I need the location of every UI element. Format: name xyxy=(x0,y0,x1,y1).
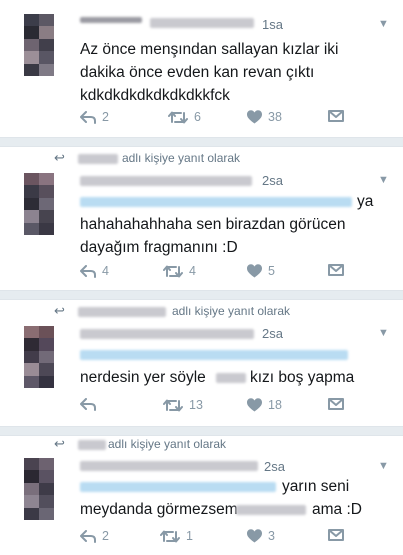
avatar[interactable] xyxy=(24,458,54,520)
redacted-username[interactable] xyxy=(80,461,258,471)
envelope-icon xyxy=(328,398,344,410)
tweet-actions: 2 6 38 xyxy=(0,110,403,130)
redacted-username[interactable] xyxy=(80,176,252,186)
tweet-1[interactable]: 1sa ▼ Az önce menşından sallayan kızlar … xyxy=(0,0,403,137)
tweet-actions: 2 1 3 xyxy=(0,529,403,549)
tweet-text-b: ama :D xyxy=(312,501,362,518)
dm-button[interactable] xyxy=(328,398,344,410)
reply-context[interactable]: adlı kişiye yanıt olarak xyxy=(172,304,290,318)
redacted-mentions xyxy=(80,350,348,360)
tweet-actions: 13 18 xyxy=(0,398,403,418)
reply-button[interactable]: 2 xyxy=(80,529,109,543)
like-count: 38 xyxy=(268,110,282,124)
tweet-timestamp[interactable]: 1sa xyxy=(262,17,283,32)
tweet-text-line: kdkdkdkdkdkdkdkkfck xyxy=(80,87,230,104)
avatar[interactable] xyxy=(24,326,54,388)
reply-context[interactable]: adlı kişiye yanıt olarak xyxy=(122,151,240,165)
retweet-button[interactable]: 4 xyxy=(163,264,196,278)
avatar[interactable] xyxy=(24,173,54,235)
redacted-mentions xyxy=(80,197,352,207)
reply-arrow-icon: ↩ xyxy=(54,303,65,318)
tweet-text-a: nerdesin yer söyle xyxy=(80,369,206,386)
retweet-button[interactable]: 13 xyxy=(163,398,203,412)
chevron-down-icon[interactable]: ▼ xyxy=(378,174,389,186)
retweet-count: 1 xyxy=(186,529,193,543)
retweet-icon xyxy=(160,530,180,543)
tweet-text-a: meydanda görmezsem xyxy=(80,501,238,518)
like-button[interactable]: 18 xyxy=(247,398,282,412)
like-count: 5 xyxy=(268,264,275,278)
like-count: 3 xyxy=(268,529,275,543)
envelope-icon xyxy=(328,264,344,276)
dm-button[interactable] xyxy=(328,529,344,541)
tweet-text-b: kızı boş yapma xyxy=(250,369,355,386)
chevron-down-icon[interactable]: ▼ xyxy=(378,460,389,472)
tweet-text-line: yarın seni xyxy=(282,478,350,495)
retweet-icon xyxy=(168,111,188,124)
tweet-text-line: hahahahahhaha sen birazdan görücen xyxy=(80,216,346,233)
redacted-mention xyxy=(78,440,106,450)
reply-button[interactable] xyxy=(80,398,102,411)
dm-button[interactable] xyxy=(328,264,344,276)
envelope-icon xyxy=(328,529,344,541)
chevron-down-icon[interactable]: ▼ xyxy=(378,327,389,339)
tweet-4[interactable]: ↩ adlı kişiye yanıt olarak 2sa ▼ yarın s… xyxy=(0,436,403,555)
tweet-3[interactable]: ↩ adlı kişiye yanıt olarak 2sa ▼ nerdesi… xyxy=(0,300,403,426)
reply-count: 4 xyxy=(102,264,109,278)
redacted-mention xyxy=(78,307,166,317)
reply-count: 2 xyxy=(102,110,109,124)
redacted-handle xyxy=(150,18,254,28)
reply-icon xyxy=(80,264,96,278)
reply-arrow-icon: ↩ xyxy=(54,436,65,451)
tweet-text-line: Az önce menşından sallayan kızlar iki xyxy=(80,41,339,58)
retweet-button[interactable]: 6 xyxy=(168,110,201,124)
tweet-timestamp[interactable]: 2sa xyxy=(262,173,283,188)
heart-icon xyxy=(247,110,262,124)
tweet-separator xyxy=(0,137,403,147)
avatar[interactable] xyxy=(24,14,54,76)
retweet-icon xyxy=(163,265,183,278)
chevron-down-icon[interactable]: ▼ xyxy=(378,18,389,30)
tweet-actions: 4 4 5 xyxy=(0,264,403,284)
heart-icon xyxy=(247,529,262,543)
reply-context[interactable]: adlı kişiye yanıt olarak xyxy=(108,437,226,451)
envelope-icon xyxy=(328,110,344,122)
retweet-count: 6 xyxy=(194,110,201,124)
redacted-mention xyxy=(78,154,118,164)
redacted-word xyxy=(236,505,306,515)
heart-icon xyxy=(247,264,262,278)
tweet-2[interactable]: ↩ adlı kişiye yanıt olarak 2sa ▼ ya haha… xyxy=(0,147,403,290)
redacted-mentions xyxy=(80,482,276,492)
heart-icon xyxy=(247,398,262,412)
redacted-username[interactable] xyxy=(80,17,142,23)
like-count: 18 xyxy=(268,398,282,412)
reply-button[interactable]: 4 xyxy=(80,264,109,278)
retweet-count: 13 xyxy=(189,398,203,412)
tweet-text-line: dakika önce evden kan revan çıktı xyxy=(80,64,315,81)
dm-button[interactable] xyxy=(328,110,344,122)
reply-icon xyxy=(80,529,96,543)
like-button[interactable]: 3 xyxy=(247,529,275,543)
redacted-word xyxy=(216,373,246,383)
reply-button[interactable]: 2 xyxy=(80,110,109,124)
reply-arrow-icon: ↩ xyxy=(54,150,65,165)
retweet-button[interactable]: 1 xyxy=(160,529,193,543)
reply-icon xyxy=(80,110,96,124)
like-button[interactable]: 38 xyxy=(247,110,282,124)
retweet-icon xyxy=(163,399,183,412)
reply-icon xyxy=(80,398,96,411)
like-button[interactable]: 5 xyxy=(247,264,275,278)
reply-count: 2 xyxy=(102,529,109,543)
redacted-username[interactable] xyxy=(80,329,254,339)
tweet-timestamp[interactable]: 2sa xyxy=(262,326,283,341)
retweet-count: 4 xyxy=(189,264,196,278)
tweet-separator xyxy=(0,426,403,436)
tweet-text-line: ya xyxy=(357,193,374,210)
tweet-separator xyxy=(0,290,403,300)
tweet-text-line: dayağım fragmanını :D xyxy=(80,239,238,256)
tweet-timestamp[interactable]: 2sa xyxy=(264,459,285,474)
